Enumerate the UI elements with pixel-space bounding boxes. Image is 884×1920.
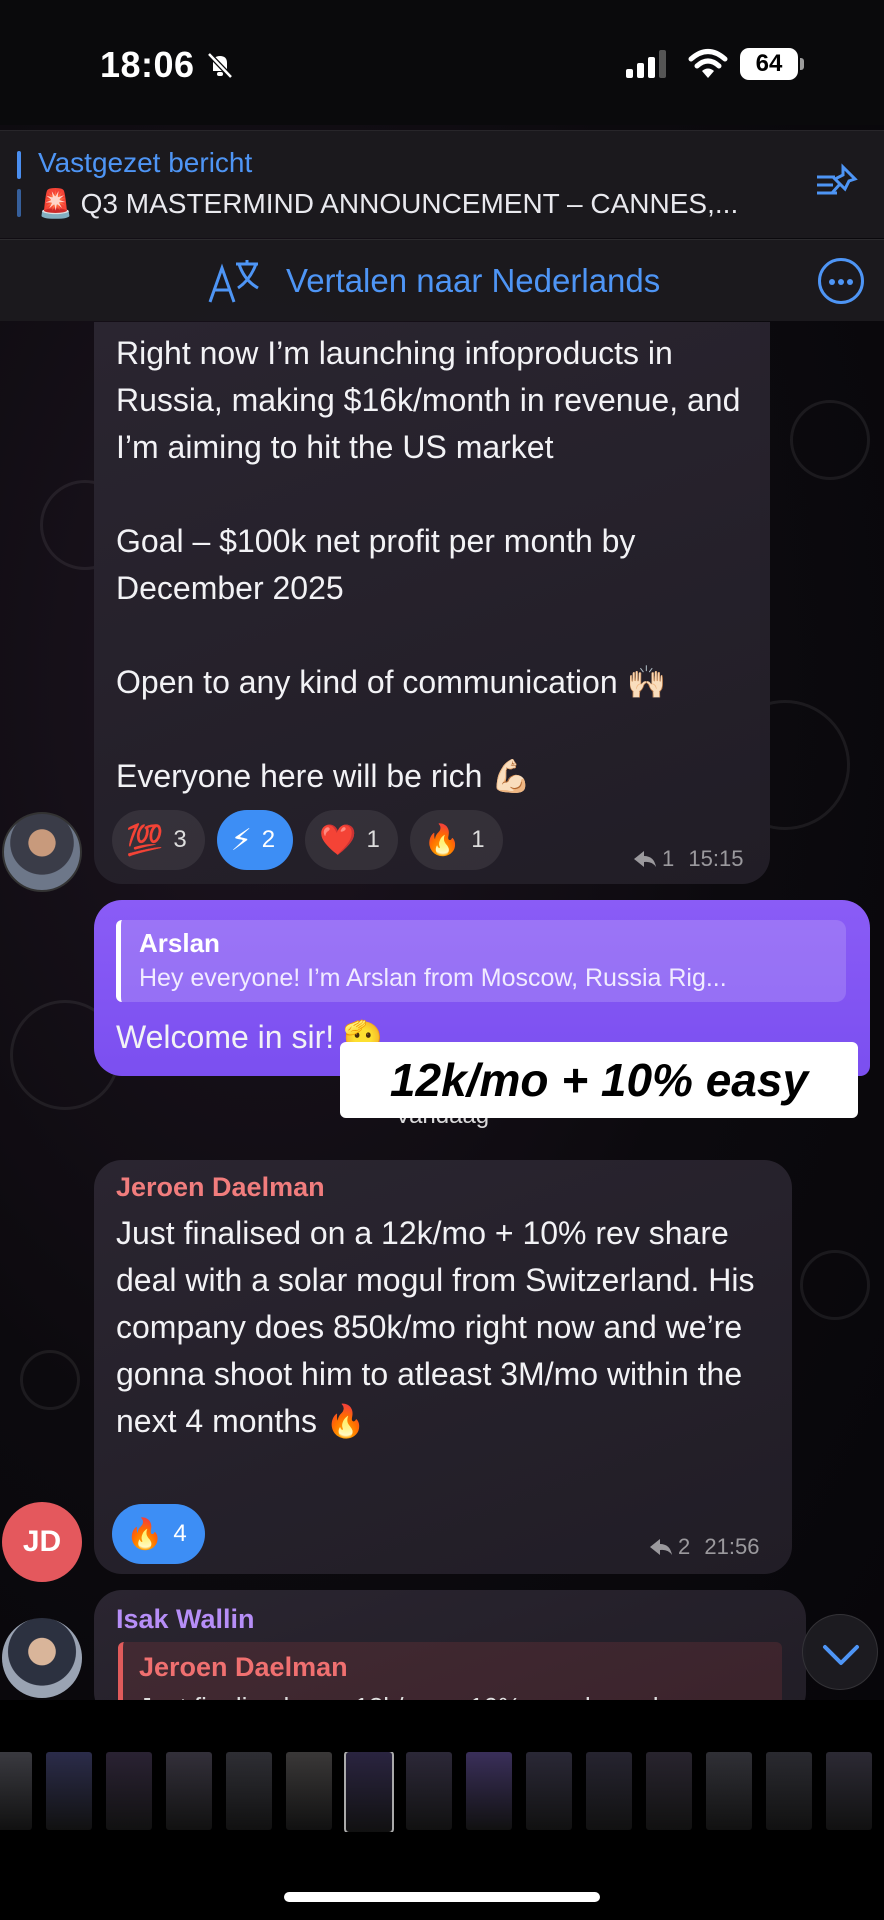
message-time: 21:56 <box>704 1534 760 1559</box>
thumbnail[interactable] <box>586 1752 632 1830</box>
reactions-row: 💯 3 ⚡ 2 ❤️ 1 🔥 1 <box>112 810 503 870</box>
message-bubble[interactable]: Jeroen Daelman Just finalised on a 12k/m… <box>94 1160 792 1574</box>
thumbnail[interactable] <box>466 1752 512 1830</box>
pinned-text: 🚨 Q3 MASTERMIND ANNOUNCEMENT – CANNES,..… <box>38 188 739 219</box>
reply-arrow-icon <box>634 851 656 867</box>
quote-sender: Jeroen Daelman <box>139 1652 348 1682</box>
bell-slash-icon <box>207 52 233 79</box>
reply-snippet: Hey everyone! I’m Arslan from Moscow, Ru… <box>139 964 727 992</box>
message-meta[interactable]: 1 15:15 <box>634 846 743 872</box>
thumbnail[interactable] <box>646 1752 692 1830</box>
chevron-down-icon <box>823 1645 859 1665</box>
message-paragraph: Open to any kind of communication 🙌🏻 <box>116 664 667 700</box>
pin-indicator <box>17 151 21 179</box>
reaction-fire[interactable]: 🔥 1 <box>409 810 503 870</box>
background-doodle <box>800 1250 870 1320</box>
reaction-count: 2 <box>261 826 276 853</box>
avatar[interactable] <box>2 812 82 892</box>
heart-emoji-icon: ❤️ <box>319 823 357 857</box>
reaction-count: 3 <box>173 826 187 853</box>
reaction-count: 4 <box>173 1520 187 1547</box>
message-paragraph: Right now I’m launching infoproducts in … <box>116 335 741 465</box>
thumbnail[interactable] <box>286 1752 332 1830</box>
avatar[interactable] <box>2 1618 82 1698</box>
reply-arrow-icon <box>650 1539 672 1555</box>
reaction-hundred[interactable]: 💯 3 <box>112 810 205 870</box>
pinned-message-bar[interactable]: Vastgezet bericht 🚨 Q3 MASTERMIND ANNOUN… <box>0 130 884 238</box>
thumbnail-list <box>0 1752 884 1832</box>
background-doodle <box>790 400 870 480</box>
message-text: Just finalised on a 12k/mo + 10% rev sha… <box>116 1215 755 1439</box>
fire-emoji-icon: 🔥 <box>126 1517 164 1551</box>
message-paragraph: Goal – $100k net profit per month by Dec… <box>116 523 636 606</box>
reaction-count: 1 <box>366 826 380 853</box>
thumbnail[interactable] <box>46 1752 92 1830</box>
reaction-count: 1 <box>471 826 485 853</box>
reply-count: 2 <box>678 1534 691 1559</box>
reactions-row: 🔥 4 <box>112 1504 205 1564</box>
thumbnail[interactable] <box>706 1752 752 1830</box>
overlay-caption: 12k/mo + 10% easy <box>340 1042 858 1118</box>
translate-icon <box>208 260 259 303</box>
battery-icon: 64 <box>740 48 798 80</box>
thumbnail[interactable] <box>226 1752 272 1830</box>
thumbnail[interactable] <box>766 1752 812 1830</box>
message-time: 15:15 <box>688 846 744 871</box>
thumbnail[interactable] <box>344 1752 394 1832</box>
background-doodle <box>20 1350 80 1410</box>
thumbnail[interactable] <box>526 1752 572 1830</box>
message-bubble[interactable]: Right now I’m launching infoproducts in … <box>94 322 770 884</box>
fire-emoji-icon: 🔥 <box>423 823 462 857</box>
sender-name[interactable]: Isak Wallin <box>116 1604 255 1635</box>
lightning-emoji-icon: ⚡ <box>230 823 252 857</box>
reaction-lightning[interactable]: ⚡ 2 <box>216 810 294 870</box>
reply-count: 1 <box>662 846 675 871</box>
sender-name[interactable]: Jeroen Daelman <box>116 1172 325 1203</box>
scroll-down-button[interactable] <box>802 1614 878 1690</box>
more-icon[interactable] <box>818 258 864 304</box>
reply-sender: Arslan <box>139 928 220 958</box>
reply-preview[interactable]: Arslan Hey everyone! I’m Arslan from Mos… <box>116 920 846 1002</box>
pin-indicator <box>17 189 21 217</box>
message-text: Right now I’m launching infoproducts in … <box>116 330 756 800</box>
message-paragraph: Everyone here will be rich 💪🏻 <box>116 758 532 794</box>
signal-icon <box>626 50 666 78</box>
pin-list-icon[interactable] <box>815 163 861 203</box>
thumbnail-strip <box>0 1700 884 1920</box>
reaction-heart[interactable]: ❤️ 1 <box>305 810 398 870</box>
thumbnail[interactable] <box>0 1752 32 1830</box>
status-time: 18:06 <box>100 44 195 85</box>
pinned-title: Vastgezet bericht <box>38 147 253 178</box>
thumbnail[interactable] <box>826 1752 872 1830</box>
home-indicator[interactable] <box>284 1892 600 1902</box>
message-meta[interactable]: 2 21:56 <box>650 1534 759 1560</box>
battery-tip <box>800 58 804 70</box>
hundred-emoji-icon: 💯 <box>126 823 164 857</box>
translate-label[interactable]: Vertalen naar Nederlands <box>286 262 660 300</box>
avatar[interactable]: JD <box>2 1502 82 1582</box>
status-bar: 18:06 64 <box>0 0 884 125</box>
wifi-icon <box>688 49 728 78</box>
reaction-fire[interactable]: 🔥 4 <box>112 1504 205 1564</box>
translate-bar[interactable]: Vertalen naar Nederlands <box>0 239 884 321</box>
thumbnail[interactable] <box>166 1752 212 1830</box>
thumbnail[interactable] <box>406 1752 452 1830</box>
thumbnail[interactable] <box>106 1752 152 1830</box>
